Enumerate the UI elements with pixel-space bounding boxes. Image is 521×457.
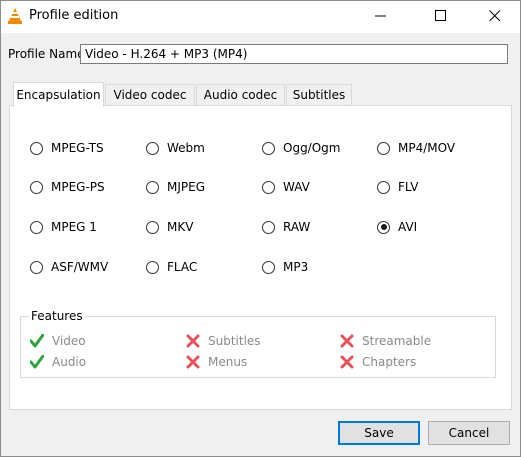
feature-label: Menus <box>208 355 248 369</box>
radio-label: AVI <box>398 220 418 234</box>
maximize-icon <box>435 9 447 25</box>
radio-circle <box>262 220 275 234</box>
radio-avi[interactable]: AVI <box>377 219 417 235</box>
feature-subtitles: Subtitles <box>186 334 261 348</box>
feature-menus: Menus <box>186 355 247 369</box>
title-bar[interactable]: Profile edition <box>1 1 520 33</box>
radio-label: FLAC <box>167 260 198 274</box>
radio-mpeg-ts[interactable]: MPEG-TS <box>30 140 104 156</box>
cross-icon <box>186 334 200 348</box>
tab-encapsulation[interactable]: Encapsulation <box>13 82 104 107</box>
radio-label: MPEG-TS <box>51 141 104 155</box>
feature-label: Streamable <box>362 334 432 348</box>
radio-circle <box>30 141 43 155</box>
radio-raw[interactable]: RAW <box>262 219 310 235</box>
radio-circle <box>30 180 43 194</box>
radio-circle <box>262 141 275 155</box>
radio-circle <box>146 141 159 155</box>
radio-circle <box>146 220 159 234</box>
cross-icon <box>186 355 200 369</box>
feature-streamable: Streamable <box>340 334 431 348</box>
feature-label: Video <box>52 334 86 348</box>
feature-label: Audio <box>52 355 87 369</box>
radio-circle <box>30 220 43 234</box>
radio-label: MPEG 1 <box>51 220 97 234</box>
feature-label: Chapters <box>362 355 417 369</box>
checkmark-icon <box>29 333 45 348</box>
radio-label: Webm <box>167 141 205 155</box>
radio-label: MP3 <box>283 260 309 274</box>
radio-circle <box>377 141 390 155</box>
profile-name-input[interactable] <box>80 44 508 64</box>
feature-chapters: Chapters <box>340 355 416 369</box>
radio-circle <box>146 260 159 274</box>
radio-label: WAV <box>283 180 310 194</box>
radio-label: Ogg/Ogm <box>283 141 341 155</box>
radio-circle <box>30 260 43 274</box>
radio-webm[interactable]: Webm <box>146 140 205 156</box>
radio-circle <box>262 180 275 194</box>
radio-flac[interactable]: FLAC <box>146 259 197 275</box>
radio-circle-checked <box>377 220 390 234</box>
radio-circle <box>262 260 275 274</box>
radio-label: ASF/WMV <box>51 260 109 274</box>
vlc-cone-icon <box>7 7 23 25</box>
features-title: Features <box>29 309 85 323</box>
radio-mjpeg[interactable]: MJPEG <box>146 179 205 195</box>
tab-subtitles[interactable]: Subtitles <box>286 84 352 105</box>
radio-mp4-mov[interactable]: MP4/MOV <box>377 140 455 156</box>
checkmark-icon <box>29 354 45 369</box>
radio-circle <box>146 180 159 194</box>
radio-asf-wmv[interactable]: ASF/WMV <box>30 259 108 275</box>
radio-ogg-ogm[interactable]: Ogg/Ogm <box>262 140 340 156</box>
minimize-icon <box>375 10 387 25</box>
tab-audio-codec[interactable]: Audio codec <box>196 84 285 105</box>
cross-icon <box>340 334 354 348</box>
radio-label: RAW <box>283 220 311 234</box>
radio-flv[interactable]: FLV <box>377 179 418 195</box>
radio-label: MP4/MOV <box>398 141 456 155</box>
radio-wav[interactable]: WAV <box>262 179 310 195</box>
radio-mkv[interactable]: MKV <box>146 219 193 235</box>
radio-mpeg-1[interactable]: MPEG 1 <box>30 219 97 235</box>
radio-label: MKV <box>167 220 194 234</box>
profile-name-label: Profile Name <box>8 47 85 61</box>
close-icon <box>489 9 501 25</box>
profile-edition-dialog: Profile edition Profile Name Encapsulati… <box>0 0 521 457</box>
radio-circle <box>377 180 390 194</box>
feature-audio: Audio <box>29 354 87 369</box>
cancel-button[interactable]: Cancel <box>428 421 510 445</box>
minimize-button[interactable] <box>358 1 404 33</box>
radio-mpeg-ps[interactable]: MPEG-PS <box>30 179 105 195</box>
cross-icon <box>340 355 354 369</box>
radio-mp3[interactable]: MP3 <box>262 259 308 275</box>
close-button[interactable] <box>472 1 518 33</box>
feature-label: Subtitles <box>208 334 261 348</box>
save-button[interactable]: Save <box>338 421 420 445</box>
radio-label: FLV <box>398 180 419 194</box>
tab-video-codec[interactable]: Video codec <box>105 84 195 105</box>
maximize-button[interactable] <box>418 1 464 33</box>
radio-label: MPEG-PS <box>51 180 105 194</box>
feature-video: Video <box>29 333 86 348</box>
window-title: Profile edition <box>29 8 119 23</box>
radio-label: MJPEG <box>167 180 206 194</box>
